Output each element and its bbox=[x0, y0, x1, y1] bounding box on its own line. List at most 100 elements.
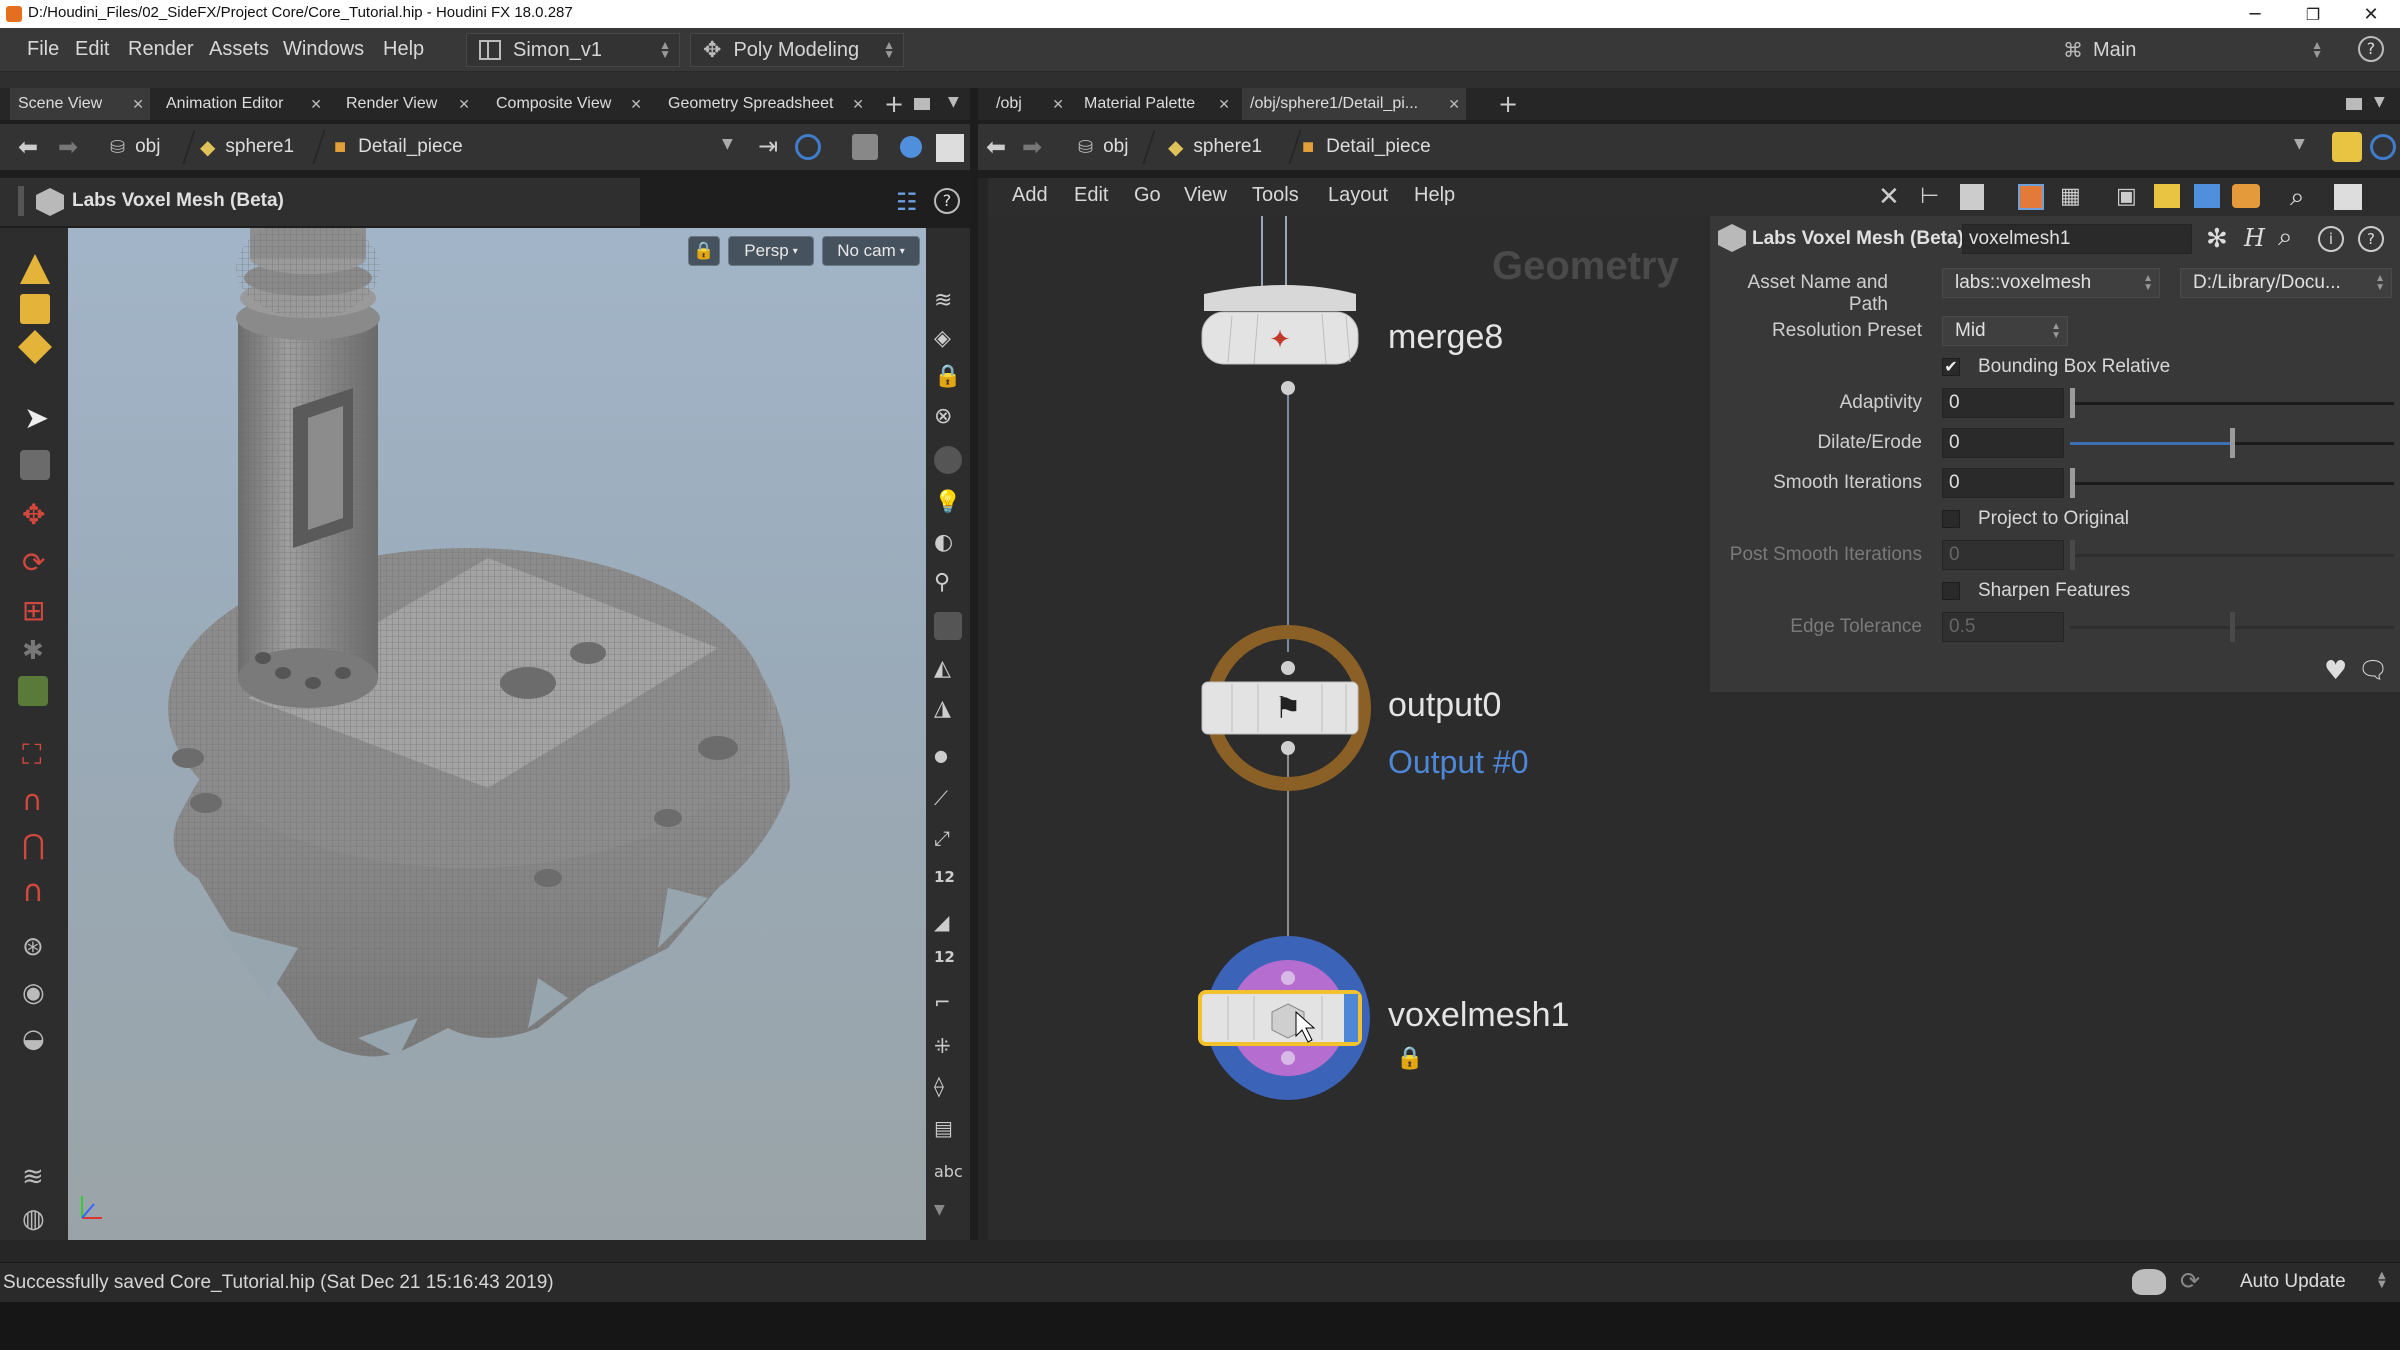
help-icon[interactable]: ? bbox=[2358, 226, 2384, 252]
info-icon[interactable]: i bbox=[2318, 226, 2344, 252]
handle-tool-icon[interactable] bbox=[18, 676, 48, 706]
net-menu-view[interactable]: View bbox=[1184, 184, 1227, 207]
view-tool-icon[interactable]: ⊛ bbox=[22, 932, 52, 962]
asset-path-dropdown[interactable]: D:/Library/Docu... ▲ ▼ bbox=[2180, 268, 2392, 298]
hda-icon[interactable]: H bbox=[2244, 224, 2265, 252]
display-flag[interactable] bbox=[1344, 994, 1358, 1042]
main-desktop-selector[interactable]: ⌘ Main ▲ ▼ bbox=[2052, 33, 2332, 67]
edge-display-icon[interactable]: ⌐ bbox=[934, 990, 962, 1018]
favorite-heart-icon[interactable]: ♥ bbox=[2324, 656, 2347, 686]
tree-view-icon[interactable]: ⊢ bbox=[1920, 184, 1939, 209]
magnet-tool-icon[interactable]: ⋂ bbox=[22, 828, 52, 861]
net-menu-add[interactable]: Add bbox=[1012, 184, 1048, 207]
rotate-tool-icon[interactable]: ⟳ bbox=[22, 546, 52, 579]
list-view-icon[interactable] bbox=[1960, 184, 1984, 210]
hide-icon[interactable]: ⊗ bbox=[934, 404, 962, 432]
menu-assets[interactable]: Assets bbox=[209, 38, 269, 61]
smooth-iterations-slider[interactable] bbox=[2070, 482, 2394, 485]
brush-tool-icon[interactable]: ⛶ bbox=[22, 738, 52, 771]
select-mode-icon[interactable] bbox=[20, 254, 50, 284]
close-icon[interactable]: ✕ bbox=[630, 96, 642, 113]
move-tool-icon[interactable]: ✥ bbox=[22, 498, 52, 531]
back-arrow-icon[interactable]: ⬅ bbox=[18, 133, 38, 161]
network-empty-area[interactable] bbox=[1710, 692, 2400, 1240]
scroll-down-chevron-icon[interactable]: ▼ bbox=[934, 1202, 962, 1230]
pane-menu-chevron-icon[interactable]: ▼ bbox=[2374, 94, 2385, 110]
edit-mode-icon[interactable] bbox=[18, 330, 52, 364]
tab-render-view[interactable]: Render View ✕ bbox=[338, 88, 476, 120]
net-menu-tools[interactable]: Tools bbox=[1252, 184, 1299, 207]
render-icon[interactable]: ◮ bbox=[934, 696, 962, 724]
display-options-icon[interactable] bbox=[936, 134, 964, 162]
minimize-button[interactable]: ─ bbox=[2232, 0, 2278, 28]
output0-output-connector[interactable] bbox=[1281, 741, 1295, 755]
smooth-iterations-slider-handle[interactable] bbox=[2070, 468, 2075, 498]
close-button[interactable]: ✕ bbox=[2348, 0, 2394, 28]
desktop-selector[interactable]: Simon_v1 ▲ ▼ bbox=[466, 33, 680, 67]
object-mode-icon[interactable] bbox=[20, 294, 50, 324]
link-icon[interactable] bbox=[2370, 134, 2396, 160]
menu-help[interactable]: Help bbox=[383, 38, 424, 61]
close-icon[interactable]: ✕ bbox=[458, 96, 470, 113]
lasso-tool-icon[interactable]: ∩ bbox=[22, 784, 52, 817]
pane-menu-chevron-icon[interactable]: ▼ bbox=[948, 94, 959, 110]
merge8-output-connector[interactable] bbox=[1281, 381, 1295, 395]
light-icon[interactable]: 💡 bbox=[934, 490, 962, 518]
breadcrumb-detail-piece[interactable]: ■ Detail_piece bbox=[1302, 132, 1431, 162]
forward-arrow-icon[interactable]: ➡ bbox=[58, 133, 78, 161]
breadcrumb-detail-piece[interactable]: ■ Detail_piece bbox=[334, 132, 463, 162]
point-display-icon[interactable]: ● bbox=[934, 746, 962, 774]
search-icon[interactable]: ⌕ bbox=[2290, 182, 2305, 213]
camera-dropdown[interactable]: No cam ▾ bbox=[822, 236, 920, 266]
voxelmesh1-input-connector[interactable] bbox=[1281, 971, 1295, 985]
tools-icon[interactable]: ✕ bbox=[1878, 182, 1900, 212]
tab-geometry-spreadsheet[interactable]: Geometry Spreadsheet ✕ bbox=[660, 88, 870, 120]
attribute-display-icon[interactable]: ▤ bbox=[934, 1116, 962, 1144]
snapshot-icon[interactable]: ◭ bbox=[934, 656, 962, 684]
close-icon[interactable]: ✕ bbox=[852, 96, 864, 113]
shading-icon[interactable] bbox=[900, 136, 922, 158]
adaptivity-slider-handle[interactable] bbox=[2070, 388, 2075, 418]
display-flag-icon[interactable] bbox=[2334, 184, 2362, 210]
node-name-input[interactable]: voxelmesh1 bbox=[1962, 224, 2192, 254]
normal-display-icon[interactable]: ⟋ bbox=[934, 786, 962, 814]
menu-file[interactable]: File bbox=[27, 38, 59, 61]
dilate-erode-input[interactable]: 0 bbox=[1942, 428, 2064, 458]
ghost-other-objects-icon[interactable]: ◈ bbox=[934, 326, 962, 354]
image-icon[interactable] bbox=[2194, 184, 2220, 208]
snap-tool-icon[interactable]: ∩ bbox=[22, 874, 52, 909]
close-icon[interactable]: ✕ bbox=[1052, 96, 1064, 113]
display-layers-icon[interactable]: ≋ bbox=[934, 288, 962, 316]
network-box-icon[interactable]: ▣ bbox=[2116, 184, 2137, 209]
close-icon[interactable]: ✕ bbox=[310, 96, 322, 113]
back-arrow-icon[interactable]: ⬅ bbox=[986, 133, 1006, 161]
pointer-icon[interactable]: ➤ bbox=[24, 404, 54, 434]
net-menu-layout[interactable]: Layout bbox=[1328, 184, 1388, 207]
gear-icon[interactable]: ✻ bbox=[2206, 224, 2228, 254]
persp-view-dropdown[interactable]: Persp ▾ bbox=[728, 236, 814, 266]
help-icon[interactable]: ? bbox=[934, 188, 960, 214]
thumbnail-view-icon[interactable]: ▦ bbox=[2060, 184, 2081, 209]
prim-display-icon[interactable]: ◢ bbox=[934, 910, 962, 938]
refresh-icon[interactable]: ⟳ bbox=[2180, 1267, 2200, 1295]
smooth-shade-icon[interactable] bbox=[934, 612, 962, 640]
headlight-icon[interactable]: ◐ bbox=[934, 530, 962, 558]
uv-display-icon[interactable]: ⟠ bbox=[934, 1074, 962, 1102]
breadcrumb-sphere1[interactable]: ◆ sphere1 bbox=[200, 132, 294, 162]
camera-tool-icon[interactable]: ◉ bbox=[22, 978, 52, 1008]
help-icon[interactable]: ? bbox=[2358, 36, 2384, 62]
path-dropdown-icon[interactable]: ▼ bbox=[722, 136, 733, 152]
menu-render[interactable]: Render bbox=[128, 38, 194, 61]
layers-tool-icon[interactable]: ≋ bbox=[22, 1162, 52, 1192]
menu-edit[interactable]: Edit bbox=[75, 38, 109, 61]
lock-camera-icon[interactable]: 🔒 bbox=[688, 236, 720, 266]
add-tab-icon[interactable]: + bbox=[1498, 90, 1518, 118]
scene-viewport[interactable]: 🔒 Persp ▾ No cam ▾ bbox=[68, 228, 926, 1240]
bounding-box-relative-checkbox[interactable]: ✔ bbox=[1942, 358, 1960, 376]
smooth-iterations-input[interactable]: 0 bbox=[1942, 468, 2064, 498]
output0-input-connector[interactable] bbox=[1281, 661, 1295, 675]
pane-layout-icon[interactable] bbox=[914, 98, 930, 110]
prim-numbers-icon[interactable]: 12 bbox=[934, 948, 962, 976]
sharpen-features-checkbox[interactable] bbox=[1942, 582, 1960, 600]
render-region-icon[interactable]: ◍ bbox=[22, 1204, 52, 1234]
